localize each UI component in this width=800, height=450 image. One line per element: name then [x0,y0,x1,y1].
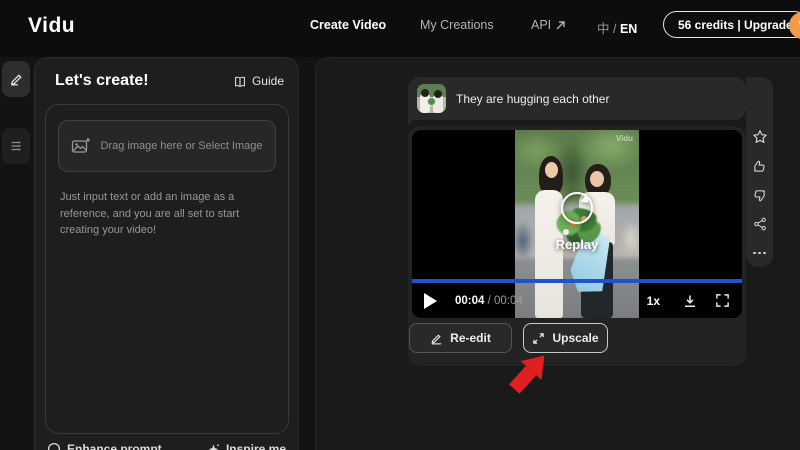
prompt-text: They are hugging each other [456,92,609,106]
prompt-placeholder-text: Just input text or add an image as a ref… [60,189,265,239]
sidebar-tab-queue[interactable] [2,128,30,164]
panel-title: Let's create! [55,72,149,90]
enhance-prompt-toggle[interactable]: Enhance prompt [47,442,162,450]
total-time: 00:04 [494,295,523,307]
thumbs-down-icon[interactable] [752,187,767,203]
lang-separator: / [610,22,620,36]
play-button[interactable] [424,293,437,309]
favorite-star-icon[interactable] [752,129,768,145]
guide-label: Guide [252,74,284,88]
sidebar-tab-create[interactable] [2,61,30,97]
guide-button[interactable]: Guide [233,74,284,88]
enhance-prompt-label: Enhance prompt [67,442,162,450]
tab-my-creations[interactable]: My Creations [420,18,494,32]
replay-overlay[interactable]: Replay [412,192,742,252]
generated-video-card: Vidu Replay 00:04 / 00:04 1x [408,126,746,366]
video-progress-bar[interactable] [412,279,742,283]
more-options-icon[interactable] [753,245,766,261]
pen-icon [9,72,24,87]
video-player[interactable]: Vidu Replay 00:04 / 00:04 1x [412,130,742,318]
share-icon[interactable] [753,216,767,232]
add-image-icon [71,137,91,155]
video-woman2-face [590,171,604,187]
credits-upgrade-button[interactable]: 56 credits | Upgrade [663,11,800,38]
time-separator: / [484,295,494,307]
edit-pencil-icon [430,332,443,345]
replay-icon[interactable] [561,192,593,224]
thumb-bouquet [427,97,436,106]
app-window: Vidu Create Video My Creations API 中 / E… [0,0,800,450]
language-toggle[interactable]: 中 / EN [597,18,637,37]
book-icon [233,75,247,88]
video-woman1-face [545,162,558,178]
prompt-tools-row: Enhance prompt Inspire me [47,442,286,450]
prompt-input-area[interactable]: Drag image here or Select Image Just inp… [45,104,289,434]
image-upload-dropzone[interactable]: Drag image here or Select Image [58,120,276,172]
reedit-label: Re-edit [450,331,491,345]
prompt-image-thumbnail[interactable] [417,84,446,113]
playback-speed-button[interactable]: 1x [647,294,660,308]
lang-en[interactable]: EN [620,22,637,36]
reedit-button[interactable]: Re-edit [409,323,512,353]
top-bar: Vidu Create Video My Creations API 中 / E… [0,0,800,57]
upscale-expand-icon [532,332,545,345]
external-link-arrow-icon [555,20,566,31]
prompt-message-bubble: They are hugging each other [408,77,746,120]
replay-label: Replay [556,237,599,252]
video-watermark: Vidu [616,134,633,143]
ellipsis-dots [753,252,766,255]
api-label: API [531,18,551,32]
task-list-icon [9,139,23,153]
video-action-rail [746,77,773,267]
time-display: 00:04 / 00:04 [455,295,523,307]
circle-toggle-icon [47,442,61,450]
thumb-head-left [421,89,429,97]
thumbs-up-icon[interactable] [752,158,767,174]
tab-create-video[interactable]: Create Video [310,18,386,32]
fullscreen-icon[interactable] [715,293,730,308]
thumb-head-right [434,90,442,98]
current-time: 00:04 [455,295,484,307]
app-logo: Vidu [28,14,75,38]
nav-api-link[interactable]: API [531,18,566,32]
create-panel-header: Let's create! Guide [55,72,284,90]
download-icon[interactable] [682,293,698,309]
inspire-me-button[interactable]: Inspire me [207,442,286,450]
sparkle-icon [207,443,220,450]
lang-zh[interactable]: 中 [597,22,610,36]
inspire-me-label: Inspire me [226,442,286,450]
upload-hint-text: Drag image here or Select Image [100,140,262,152]
create-panel: Let's create! Guide Drag image here or S… [34,57,299,450]
player-controls: 00:04 / 00:04 1x [412,283,742,318]
upscale-label: Upscale [552,331,598,345]
